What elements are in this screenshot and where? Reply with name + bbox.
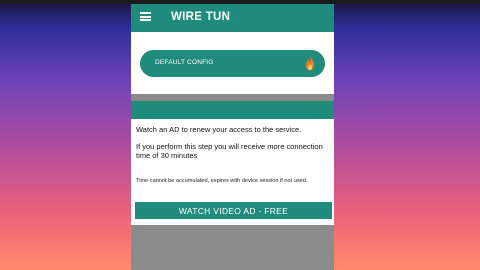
ad-dialog: Watch an AD to renew your access to the … [131,101,334,225]
dialog-message: Watch an AD to renew your access to the … [136,125,302,134]
default-config-button[interactable]: DEFAULT CONFIG [140,50,325,77]
config-label: DEFAULT CONFIG [155,59,214,66]
app-title: WIRE TUN [171,11,231,23]
hamburger-menu-icon[interactable] [140,12,151,21]
dialog-header [131,101,334,119]
config-area: DEFAULT CONFIG [131,32,334,94]
app-bar: WIRE TUN [131,4,334,32]
watch-video-ad-button[interactable]: WATCH VIDEO AD - FREE [135,202,332,219]
phone-screen: WIRE TUN DEFAULT CONFIG Watch an AD to r… [131,4,334,270]
dialog-reward-message: If you perform this step you will receiv… [136,142,323,160]
dialog-note: Time cannot be accumulated, expires with… [136,178,308,184]
flame-icon [306,56,314,71]
